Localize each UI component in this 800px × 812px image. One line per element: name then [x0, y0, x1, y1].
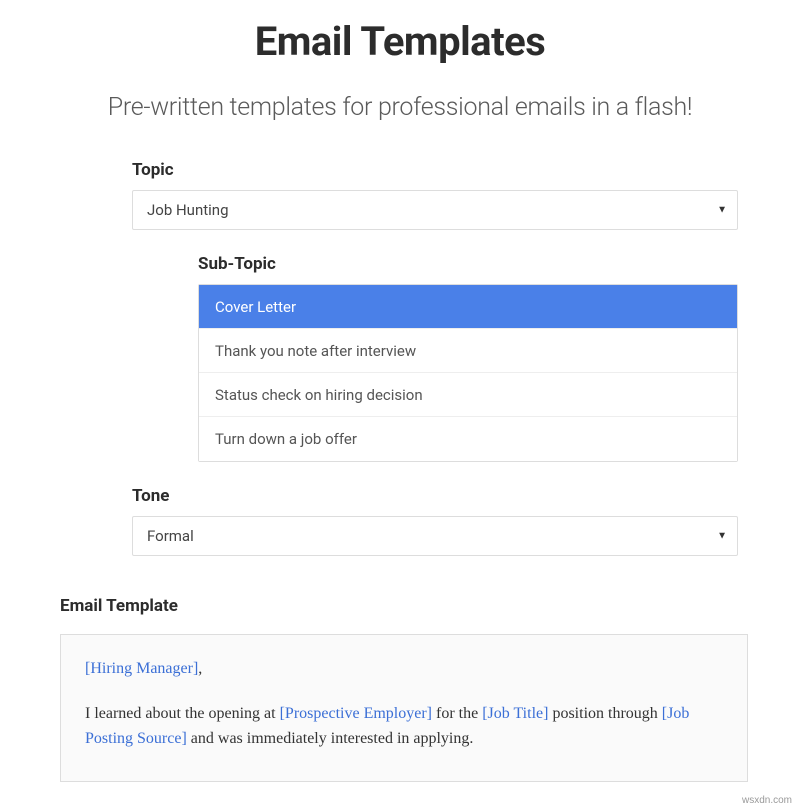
placeholder-job-title: [Job Title] [482, 705, 548, 722]
page-subtitle: Pre-written templates for professional e… [0, 93, 800, 122]
topic-select[interactable]: Job Hunting ▼ [132, 190, 738, 230]
sub-topic-list: Cover Letter Thank you note after interv… [198, 284, 738, 462]
page-title: Email Templates [0, 18, 800, 65]
sub-topic-item-cover-letter[interactable]: Cover Letter [199, 285, 737, 329]
tone-select[interactable]: Formal ▼ [132, 516, 738, 556]
template-text: and was immediately interested in applyi… [187, 730, 474, 747]
template-paragraph-1: I learned about the opening at [Prospect… [85, 702, 723, 752]
template-text: for the [432, 705, 482, 722]
placeholder-prospective-employer: [Prospective Employer] [280, 705, 432, 722]
template-text: I learned about the opening at [85, 705, 280, 722]
sub-topic-field: Sub-Topic Cover Letter Thank you note af… [52, 254, 748, 462]
list-item-label: Thank you note after interview [215, 342, 416, 360]
topic-field: Topic Job Hunting ▼ [52, 160, 748, 230]
sub-topic-item-turn-down[interactable]: Turn down a job offer [199, 417, 737, 461]
list-item-label: Status check on hiring decision [215, 386, 423, 404]
sub-topic-item-thank-you[interactable]: Thank you note after interview [199, 329, 737, 373]
sub-topic-label: Sub-Topic [198, 254, 738, 274]
chevron-down-icon: ▼ [717, 531, 727, 542]
topic-select-value: Job Hunting [147, 201, 229, 219]
template-box: [Hiring Manager], I learned about the op… [60, 634, 748, 782]
watermark: wsxdn.com [742, 795, 792, 806]
placeholder-hiring-manager: [Hiring Manager] [85, 660, 198, 677]
topic-label: Topic [132, 160, 738, 180]
greeting-suffix: , [198, 660, 202, 677]
list-item-label: Turn down a job offer [215, 430, 357, 448]
form-container: Topic Job Hunting ▼ Sub-Topic Cover Lett… [0, 160, 800, 556]
sub-topic-item-status-check[interactable]: Status check on hiring decision [199, 373, 737, 417]
template-section-label: Email Template [60, 596, 748, 616]
template-text: position through [548, 705, 661, 722]
template-greeting: [Hiring Manager], [85, 657, 723, 682]
tone-label: Tone [132, 486, 738, 506]
template-section: Email Template [Hiring Manager], I learn… [0, 596, 800, 782]
tone-select-value: Formal [147, 527, 194, 545]
tone-field: Tone Formal ▼ [52, 486, 748, 556]
list-item-label: Cover Letter [215, 298, 296, 316]
chevron-down-icon: ▼ [717, 205, 727, 216]
